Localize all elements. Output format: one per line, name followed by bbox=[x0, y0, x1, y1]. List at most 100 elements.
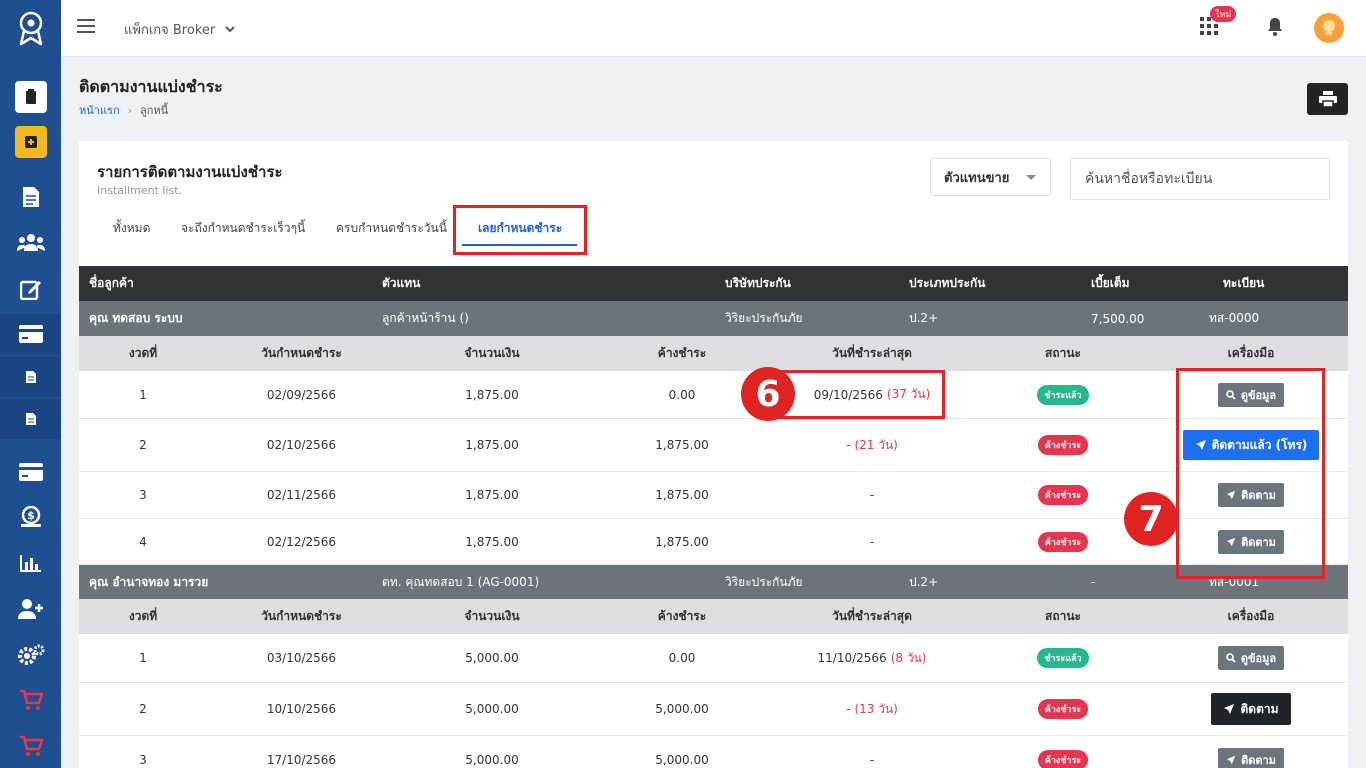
col-type: ประเภทประกัน bbox=[909, 276, 986, 290]
callout-6: 6 bbox=[741, 367, 795, 421]
caret-down-icon bbox=[1026, 175, 1036, 180]
customer-row[interactable]: คุณ ทดสอบ ระบบ ลูกค้าหน้าร้าน () วิริยะป… bbox=[79, 301, 1348, 336]
cell-amount: 5,000.00 bbox=[465, 651, 519, 665]
sidebar-item-card[interactable] bbox=[0, 314, 61, 354]
cell-last-paid: - bbox=[869, 752, 875, 767]
follow-button[interactable]: ติดตาม bbox=[1218, 747, 1284, 768]
cell-amount: 1,875.00 bbox=[465, 488, 519, 502]
cell-outstanding: 5,000.00 bbox=[655, 702, 709, 716]
highlight-box-tab bbox=[453, 205, 587, 255]
breadcrumb: หน้าแรก › ลูกหนี้ bbox=[79, 101, 168, 119]
search-input[interactable] bbox=[1070, 158, 1330, 200]
overdue-days: (13 วัน) bbox=[854, 701, 898, 716]
agent-select-label: ตัวแทนขาย bbox=[944, 170, 1010, 186]
agent-select[interactable]: ตัวแทนขาย bbox=[930, 158, 1051, 196]
customer-row[interactable]: คุณ อำนาจทอง มารวย ตท. คุณทดสอบ 1 (AG-00… bbox=[79, 565, 1348, 599]
bell-icon[interactable] bbox=[1267, 17, 1283, 41]
status-badge: ค้างชำระ bbox=[1037, 699, 1089, 719]
file-small-icon bbox=[25, 371, 36, 383]
send-icon bbox=[1224, 704, 1235, 714]
customer-name: คุณ ทดสอบ ระบบ bbox=[89, 311, 183, 325]
status-badge: ชำระแล้ว bbox=[1037, 648, 1089, 668]
print-button[interactable] bbox=[1307, 83, 1348, 115]
cell-outstanding: 1,875.00 bbox=[655, 534, 709, 549]
credit-card-icon bbox=[18, 463, 43, 481]
cell-outstanding: 0.00 bbox=[668, 387, 696, 402]
sidebar-item-cart-2[interactable] bbox=[0, 726, 61, 766]
sidebar-item-finance[interactable]: $ bbox=[0, 497, 61, 537]
table-row: 1 02/09/2566 1,875.00 0.00 09/10/2566 (3… bbox=[79, 371, 1348, 419]
sidebar-item-payment[interactable] bbox=[0, 452, 61, 492]
subcol-no: งวดที่ bbox=[128, 609, 158, 623]
cell-status: ค้างชำระ bbox=[1013, 736, 1113, 768]
cell-no: 2 bbox=[139, 438, 147, 452]
table-row: 2 02/10/2566 1,875.00 1,875.00 - (21 วัน… bbox=[79, 419, 1348, 472]
sidebar-item-users[interactable] bbox=[0, 222, 61, 262]
sidebar-item-clipboard[interactable] bbox=[0, 77, 61, 117]
edit-icon bbox=[19, 280, 41, 300]
cell-due: 02/11/2566 bbox=[266, 488, 337, 502]
user-plus-icon bbox=[17, 599, 43, 619]
sidebar: $ bbox=[0, 0, 61, 768]
tab-all[interactable]: ทั้งหมด bbox=[113, 219, 150, 238]
cell-status: ค้างชำระ bbox=[1013, 472, 1113, 518]
file-icon bbox=[22, 187, 39, 207]
sidebar-item-cart-1[interactable] bbox=[0, 680, 61, 720]
tab-due-today[interactable]: ครบกำหนดชำระวันนี้ bbox=[336, 219, 447, 238]
cell-amount: 1,875.00 bbox=[465, 438, 519, 452]
sidebar-subitem-1[interactable] bbox=[0, 357, 61, 397]
cell-no: 2 bbox=[139, 702, 147, 716]
overdue-days: (21 วัน) bbox=[854, 437, 898, 452]
view-info-label: ดูข้อมูล bbox=[1240, 652, 1277, 665]
cell-due: 02/10/2566 bbox=[266, 438, 337, 452]
app-logo[interactable] bbox=[0, 0, 61, 58]
subcol-last-paid: วันที่ชำระล่าสุด bbox=[832, 346, 912, 360]
cell-last-paid: - bbox=[869, 534, 875, 549]
sidebar-item-edit[interactable] bbox=[0, 269, 61, 309]
cell-last-paid: - bbox=[869, 488, 875, 502]
menu-icon[interactable] bbox=[77, 19, 95, 33]
sidebar-item-add[interactable] bbox=[0, 122, 61, 162]
view-info-button[interactable]: ดูข้อมูล bbox=[1217, 646, 1285, 670]
follow-button[interactable]: ติดตาม bbox=[1211, 693, 1291, 725]
customer-insurer: วิริยะประกันภัย bbox=[725, 574, 803, 589]
cell-outstanding: 5,000.00 bbox=[655, 752, 709, 767]
subcol-amount: จำนวนเงิน bbox=[464, 346, 520, 360]
cell-status: ค้างชำระ bbox=[1013, 419, 1113, 471]
sidebar-subitem-2[interactable] bbox=[0, 399, 61, 439]
sidebar-item-document[interactable] bbox=[0, 177, 61, 217]
customer-premium: - bbox=[1091, 575, 1096, 589]
col-plate: ทะเบียน bbox=[1223, 276, 1265, 290]
col-insurer: บริษัทประกัน bbox=[725, 276, 791, 290]
customer-agent: ตท. คุณทดสอบ 1 (AG-0001) bbox=[382, 574, 540, 589]
topbar: แพ็กเกจ Broker ใหม่ bbox=[61, 0, 1366, 57]
cell-last-paid: - (13 วัน) bbox=[787, 683, 957, 735]
package-label: แพ็กเกจ Broker bbox=[124, 23, 216, 38]
card-subtitle: Installment list. bbox=[97, 184, 183, 197]
col-customer: ชื่อลูกค้า bbox=[89, 276, 134, 290]
status-badge: ค้างชำระ bbox=[1037, 531, 1089, 552]
cell-tools: ติดตาม bbox=[1201, 736, 1301, 768]
cell-status: ชำระแล้ว bbox=[1013, 371, 1113, 418]
col-agent: ตัวแทน bbox=[382, 276, 421, 290]
tab-upcoming[interactable]: จะถึงกำหนดชำระเร็วๆนี้ bbox=[181, 219, 305, 238]
cart-icon bbox=[19, 735, 43, 756]
file-small-icon bbox=[25, 413, 36, 425]
print-icon bbox=[1318, 91, 1337, 107]
table-row: 3 17/10/2566 5,000.00 5,000.00 - ค้างชำร… bbox=[79, 736, 1348, 768]
cell-status: ชำระแล้ว bbox=[1013, 634, 1113, 682]
subcol-status: สถานะ bbox=[1045, 346, 1081, 360]
sidebar-item-report[interactable] bbox=[0, 543, 61, 583]
follow-label: ติดตาม bbox=[1241, 753, 1276, 767]
package-selector[interactable]: แพ็กเกจ Broker bbox=[124, 19, 235, 40]
last-paid-date: - bbox=[846, 702, 851, 716]
customer-agent: ลูกค้าหน้าร้าน () bbox=[382, 311, 469, 325]
breadcrumb-home[interactable]: หน้าแรก bbox=[79, 101, 120, 119]
sidebar-item-add-user[interactable] bbox=[0, 589, 61, 629]
users-icon bbox=[16, 234, 45, 251]
cell-amount: 1,875.00 bbox=[465, 534, 519, 549]
sidebar-item-settings[interactable] bbox=[0, 635, 61, 675]
status-badge: ค้างชำระ bbox=[1037, 435, 1089, 455]
user-avatar[interactable] bbox=[1314, 13, 1344, 43]
cell-due: 03/10/2566 bbox=[266, 651, 337, 665]
